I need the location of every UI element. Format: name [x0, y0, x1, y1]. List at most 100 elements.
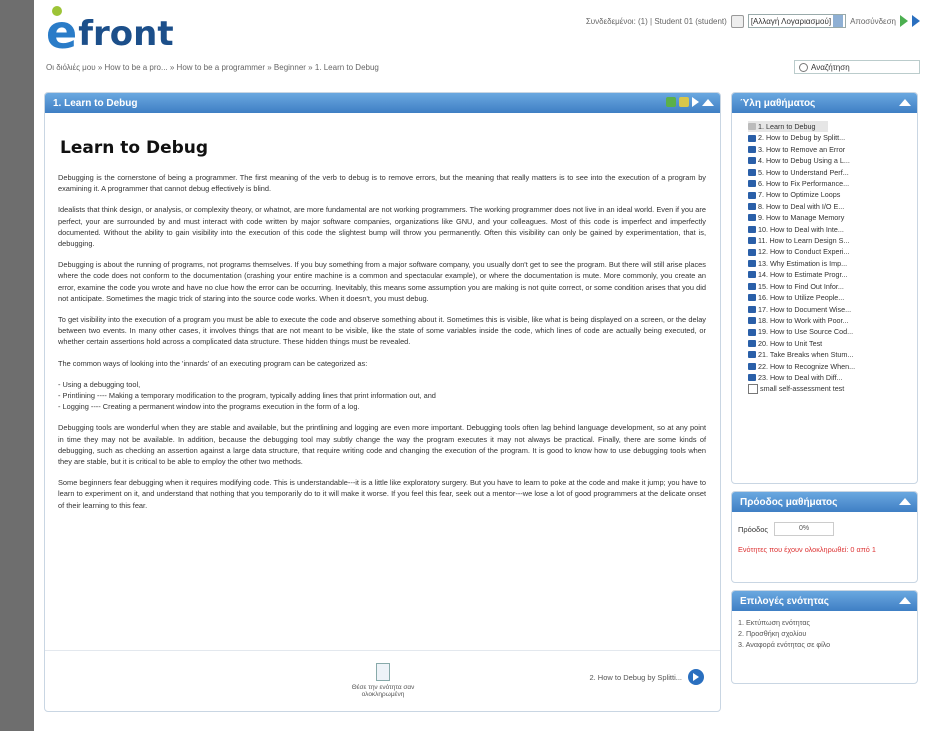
next-unit-link[interactable]: 2. How to Debug by Splitti... — [589, 669, 704, 685]
unit-options-panel: Επιλογές ενότητας 1. Εκτύπωση ενότητας 2… — [731, 590, 918, 684]
unit-label: 4. How to Debug Using a L... — [758, 156, 850, 166]
unit-item[interactable]: 19. How to Use Source Cod... — [748, 326, 917, 337]
forward-green-icon[interactable] — [900, 15, 908, 27]
unit-icon — [748, 134, 756, 142]
unit-label: 21. Take Breaks when Stum... — [758, 350, 854, 360]
bookmark-icon[interactable] — [679, 97, 689, 107]
unit-label: 5. How to Understand Perf... — [758, 167, 849, 177]
units-panel: Ύλη μαθήματος 1. Learn to Debug 2. How t… — [731, 92, 918, 484]
self-test-item[interactable]: small self-assessment test — [748, 383, 917, 395]
unit-icon — [748, 123, 756, 131]
unit-item[interactable]: 15. How to Find Out Infor... — [748, 281, 917, 292]
unit-item[interactable]: 13. Why Estimation is Imp... — [748, 258, 917, 269]
unit-icon — [748, 203, 756, 211]
unit-label: 8. How to Deal with I/O E... — [758, 201, 845, 211]
units-panel-header: Ύλη μαθήματος — [732, 93, 917, 113]
unit-item[interactable]: 3. How to Remove an Error — [748, 144, 917, 155]
options-panel-title: Επιλογές ενότητας — [740, 595, 829, 607]
unit-item[interactable]: 18. How to Work with Poor... — [748, 315, 917, 326]
option-print[interactable]: 1. Εκτύπωση ενότητας — [738, 617, 917, 628]
unit-item[interactable]: 1. Learn to Debug — [748, 121, 828, 133]
progress-row: Πρόοδος 0% — [738, 522, 834, 536]
search-input[interactable]: Αναζήτηση — [794, 60, 920, 74]
unit-label: 22. How to Recognize When... — [758, 361, 856, 371]
self-test-label: small self-assessment test — [760, 384, 845, 394]
unit-label: 6. How to Fix Performance... — [758, 179, 850, 189]
content-bar-tools — [666, 97, 714, 107]
breadcrumb[interactable]: Οι διόλιές μου » How to be a pro... » Ho… — [46, 63, 379, 72]
account-select[interactable]: [Αλλαγή Λογαριασμού] — [747, 14, 847, 28]
unit-item[interactable]: 6. How to Fix Performance... — [748, 178, 917, 189]
unit-icon — [748, 248, 756, 256]
content-panel: 1. Learn to Debug Learn to Debug Debuggi… — [44, 92, 721, 712]
option-add-comment[interactable]: 2. Προσθήκη σχολίου — [738, 628, 917, 639]
lms-page: e front Συνδεδεμένοι: (1) | Student 01 (… — [34, 0, 928, 731]
next-chevron-icon — [688, 669, 704, 685]
collapse-icon[interactable] — [899, 597, 911, 604]
efront-logo[interactable]: e front — [46, 6, 174, 55]
unit-icon — [748, 225, 756, 233]
unit-label: 9. How to Manage Memory — [758, 213, 845, 223]
content-bar-title: 1. Learn to Debug — [53, 97, 138, 109]
forward-blue-icon[interactable] — [912, 15, 920, 27]
list-item: - Using a debugging tool, — [58, 379, 141, 389]
options-list: 1. Εκτύπωση ενότητας 2. Προσθήκη σχολίου… — [732, 611, 917, 651]
unit-list: 1. Learn to Debug 2. How to Debug by Spl… — [732, 113, 917, 395]
unit-icon — [748, 362, 756, 370]
unit-item[interactable]: 8. How to Deal with I/O E... — [748, 201, 917, 212]
unit-label: 12. How to Conduct Experi... — [758, 247, 850, 257]
unit-item[interactable]: 16. How to Utilize People... — [748, 292, 917, 303]
paragraph: Debugging is the cornerstone of being a … — [58, 173, 706, 194]
unit-icon — [748, 374, 756, 382]
unit-label: 2. How to Debug by Splitt... — [758, 133, 846, 143]
unit-icon — [748, 317, 756, 325]
unit-item[interactable]: 11. How to Learn Design S... — [748, 235, 917, 246]
unit-item[interactable]: 20. How to Unit Test — [748, 338, 917, 349]
paragraph: The common ways of looking into the 'inn… — [58, 358, 368, 368]
unit-label: 18. How to Work with Poor... — [758, 315, 849, 325]
unit-item[interactable]: 14. How to Estimate Progr... — [748, 269, 917, 280]
collapse-icon[interactable] — [899, 498, 911, 505]
print-icon[interactable] — [666, 97, 676, 107]
list-item: - Logging ---- Creating a permanent wind… — [58, 402, 360, 412]
unit-item[interactable]: 12. How to Conduct Experi... — [748, 246, 917, 257]
unit-label: 14. How to Estimate Progr... — [758, 270, 848, 280]
unit-icon — [748, 351, 756, 359]
user-icon[interactable] — [730, 14, 744, 28]
unit-item[interactable]: 4. How to Debug Using a L... — [748, 155, 917, 166]
unit-item[interactable]: 9. How to Manage Memory — [748, 212, 917, 223]
next-arrow-icon[interactable] — [692, 97, 699, 107]
unit-label: 7. How to Optimize Loops — [758, 190, 841, 200]
unit-label: 15. How to Find Out Infor... — [758, 281, 844, 291]
unit-item[interactable]: 21. Take Breaks when Stum... — [748, 349, 917, 360]
unit-item[interactable]: 10. How to Deal with Inte... — [748, 224, 917, 235]
unit-icon — [748, 294, 756, 302]
top-user-bar: Συνδεδεμένοι: (1) | Student 01 (student)… — [586, 14, 920, 28]
search-icon — [799, 62, 808, 72]
account-select-value: [Αλλαγή Λογαριασμού] — [750, 16, 832, 26]
option-send-to-friend[interactable]: 3. Αναφορά ενότητας σε φίλο — [738, 639, 917, 650]
unit-item[interactable]: 2. How to Debug by Splitt... — [748, 132, 917, 143]
progress-label: Πρόοδος — [738, 524, 768, 534]
unit-navigation: Θέσε την ενότητα σαν ολοκληρωμένη 2. How… — [45, 650, 720, 701]
method-list: - Using a debugging tool, - Printlining … — [58, 379, 706, 413]
chevron-down-icon — [833, 15, 844, 27]
options-panel-header: Επιλογές ενότητας — [732, 591, 917, 611]
unit-label: 20. How to Unit Test — [758, 338, 823, 348]
paragraph: Some beginners fear debugging when it re… — [58, 478, 706, 510]
unit-item[interactable]: 22. How to Recognize When... — [748, 361, 917, 372]
unit-item[interactable]: 7. How to Optimize Loops — [748, 189, 917, 200]
unit-item[interactable]: 17. How to Document Wise... — [748, 304, 917, 315]
progress-bar: 0% — [774, 522, 834, 536]
paragraph: Debugging is about the running of progra… — [58, 260, 706, 303]
unit-item[interactable]: 5. How to Understand Perf... — [748, 167, 917, 178]
unit-icon — [748, 146, 756, 154]
collapse-icon[interactable] — [702, 98, 714, 106]
logout-link[interactable]: Αποσύνδεση — [850, 17, 896, 26]
mark-complete-label: Θέσε την ενότητα σαν ολοκληρωμένη — [351, 684, 415, 698]
unit-label: 17. How to Document Wise... — [758, 304, 852, 314]
unit-item[interactable]: 23. How to Deal with Diff... — [748, 372, 917, 383]
paragraph: Idealists that think design, or analysis… — [58, 205, 706, 249]
mark-complete-button[interactable]: Θέσε την ενότητα σαν ολοκληρωμένη — [338, 663, 428, 698]
collapse-icon[interactable] — [899, 99, 911, 106]
